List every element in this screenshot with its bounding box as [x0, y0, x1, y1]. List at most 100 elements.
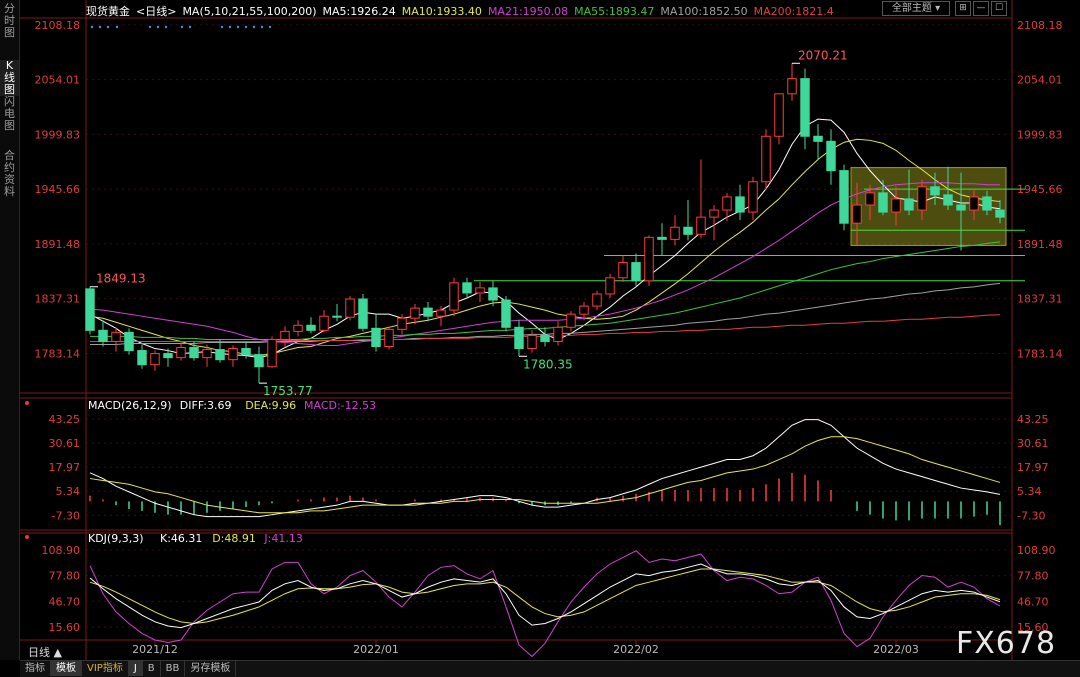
y-tick-left: 15.60: [49, 621, 81, 634]
marker-dot: [180, 25, 184, 29]
price-annotation: 1849.13: [96, 272, 146, 286]
bottom-tab-5[interactable]: BB: [161, 661, 186, 676]
theme-dropdown-label: 全部主题: [891, 3, 932, 14]
period-selector[interactable]: 日线 ▲: [28, 644, 62, 660]
bottom-tab-1[interactable]: 模板: [51, 661, 82, 676]
bottom-tab-2[interactable]: VIP指标: [82, 661, 129, 676]
candle-down: [98, 329, 108, 342]
x-tick-label: 2021/12: [132, 643, 178, 656]
marker-dot: [164, 25, 168, 29]
candle-up: [722, 196, 732, 211]
candle-up: [865, 192, 875, 206]
indicator-legend-item: DEA:9.96: [245, 399, 296, 412]
candle-down: [501, 299, 511, 328]
candle-down: [254, 354, 264, 368]
window-maximize-button[interactable]: ☐: [991, 1, 1007, 16]
price-legend-item: MA10:1933.40: [401, 5, 482, 18]
candle-up: [397, 317, 407, 330]
candle-down: [826, 140, 836, 172]
bottom-tab-0[interactable]: 指标: [20, 661, 51, 676]
y-tick-right: 30.61: [1017, 437, 1049, 450]
pane-marker-dot: [25, 401, 29, 405]
y-tick-left: 1945.66: [35, 183, 81, 196]
watermark: FX678: [956, 626, 1057, 661]
candle-down: [735, 196, 745, 213]
candle-down: [982, 196, 992, 211]
indicator-legend-item: K:46.31: [160, 532, 202, 545]
bottom-tab-3[interactable]: J: [128, 661, 143, 676]
y-tick-left: 108.90: [42, 544, 81, 557]
candle-down: [995, 209, 1005, 218]
candle-up: [553, 326, 563, 342]
candle-up: [176, 347, 186, 359]
candle-up: [644, 236, 654, 282]
y-tick-right: 46.70: [1017, 595, 1049, 608]
candle-down: [423, 307, 433, 317]
y-tick-left: 5.34: [56, 485, 81, 498]
candle-up: [527, 334, 537, 350]
candle-up: [267, 338, 277, 368]
y-tick-left: 43.25: [49, 413, 81, 426]
period-label: 日线: [28, 646, 50, 659]
window-minimize-button[interactable]: —: [973, 1, 989, 16]
candle-down: [306, 324, 316, 331]
marker-dot: [115, 25, 119, 29]
indicator-legend-item: MACD(26,12,9): [88, 399, 172, 412]
period-arrow-icon: ▲: [53, 646, 62, 659]
candle-up: [969, 196, 979, 211]
kdj-d-line: [89, 568, 1001, 624]
candle-down: [813, 135, 823, 142]
price-legend-item: <日线>: [136, 5, 177, 18]
candle-down: [137, 350, 147, 366]
theme-dropdown[interactable]: 全部主题 ▾: [882, 1, 950, 16]
candle-up: [748, 181, 758, 213]
marker-dot: [236, 25, 240, 29]
bottom-tab-4[interactable]: B: [143, 661, 161, 676]
chart-canvas: 2108.18 2108.18 2054.01 2054.01 1999.83 1999.…: [20, 0, 1063, 660]
candle-down: [657, 236, 667, 240]
y-tick-right: 77.80: [1017, 570, 1049, 583]
candle-up: [618, 262, 628, 279]
candle-down: [332, 315, 342, 318]
y-tick-left: 1837.31: [35, 293, 81, 306]
x-tick-label: 2022/01: [353, 643, 399, 656]
marker-dot: [98, 25, 102, 29]
window-tile-button[interactable]: ⊞: [955, 1, 971, 16]
price-legend-item: MA21:1950.08: [487, 5, 569, 18]
x-tick-label: 2022/02: [613, 643, 659, 656]
candle-up: [280, 330, 290, 340]
ma-line-ma55: [90, 241, 1001, 340]
indicator-legend-item: J:41.13: [263, 532, 302, 545]
candle-down: [85, 288, 95, 331]
candle-up: [852, 204, 862, 224]
y-tick-right: 17.97: [1017, 461, 1049, 474]
y-tick-left: 77.80: [49, 570, 81, 583]
candle-down: [683, 226, 693, 235]
y-tick-left: 46.70: [49, 595, 81, 608]
candle-down: [540, 334, 550, 342]
price-legend: 现货黄金 <日线> MA(5,10,21,55,100,200) MA5:1926.2…: [86, 3, 840, 18]
price-legend-item: 现货黄金: [86, 5, 130, 18]
candle-down: [956, 204, 966, 211]
candle-up: [449, 282, 459, 311]
y-tick-right: 5.34: [1017, 485, 1042, 498]
candle-up: [891, 198, 901, 213]
candle-down: [839, 170, 849, 224]
candle-down: [371, 327, 381, 348]
candle-up: [787, 78, 797, 95]
price-annotation: 2070.21: [798, 48, 848, 62]
y-tick-right: 1999.83: [1017, 128, 1063, 141]
candle-up: [579, 305, 589, 315]
y-tick-right: 2108.18: [1017, 19, 1063, 32]
candle-up: [202, 349, 212, 359]
candle-down: [930, 186, 940, 196]
marker-dot: [260, 25, 264, 29]
price-legend-item: MA200:1821.4: [753, 5, 834, 18]
candle-down: [124, 331, 134, 352]
candle-up: [293, 324, 303, 332]
candle-up: [605, 277, 615, 295]
bottom-tab-6[interactable]: 另存模板: [185, 661, 237, 676]
candle-down: [904, 198, 914, 211]
candle-up: [319, 315, 329, 331]
y-tick-left: 2108.18: [35, 19, 81, 32]
